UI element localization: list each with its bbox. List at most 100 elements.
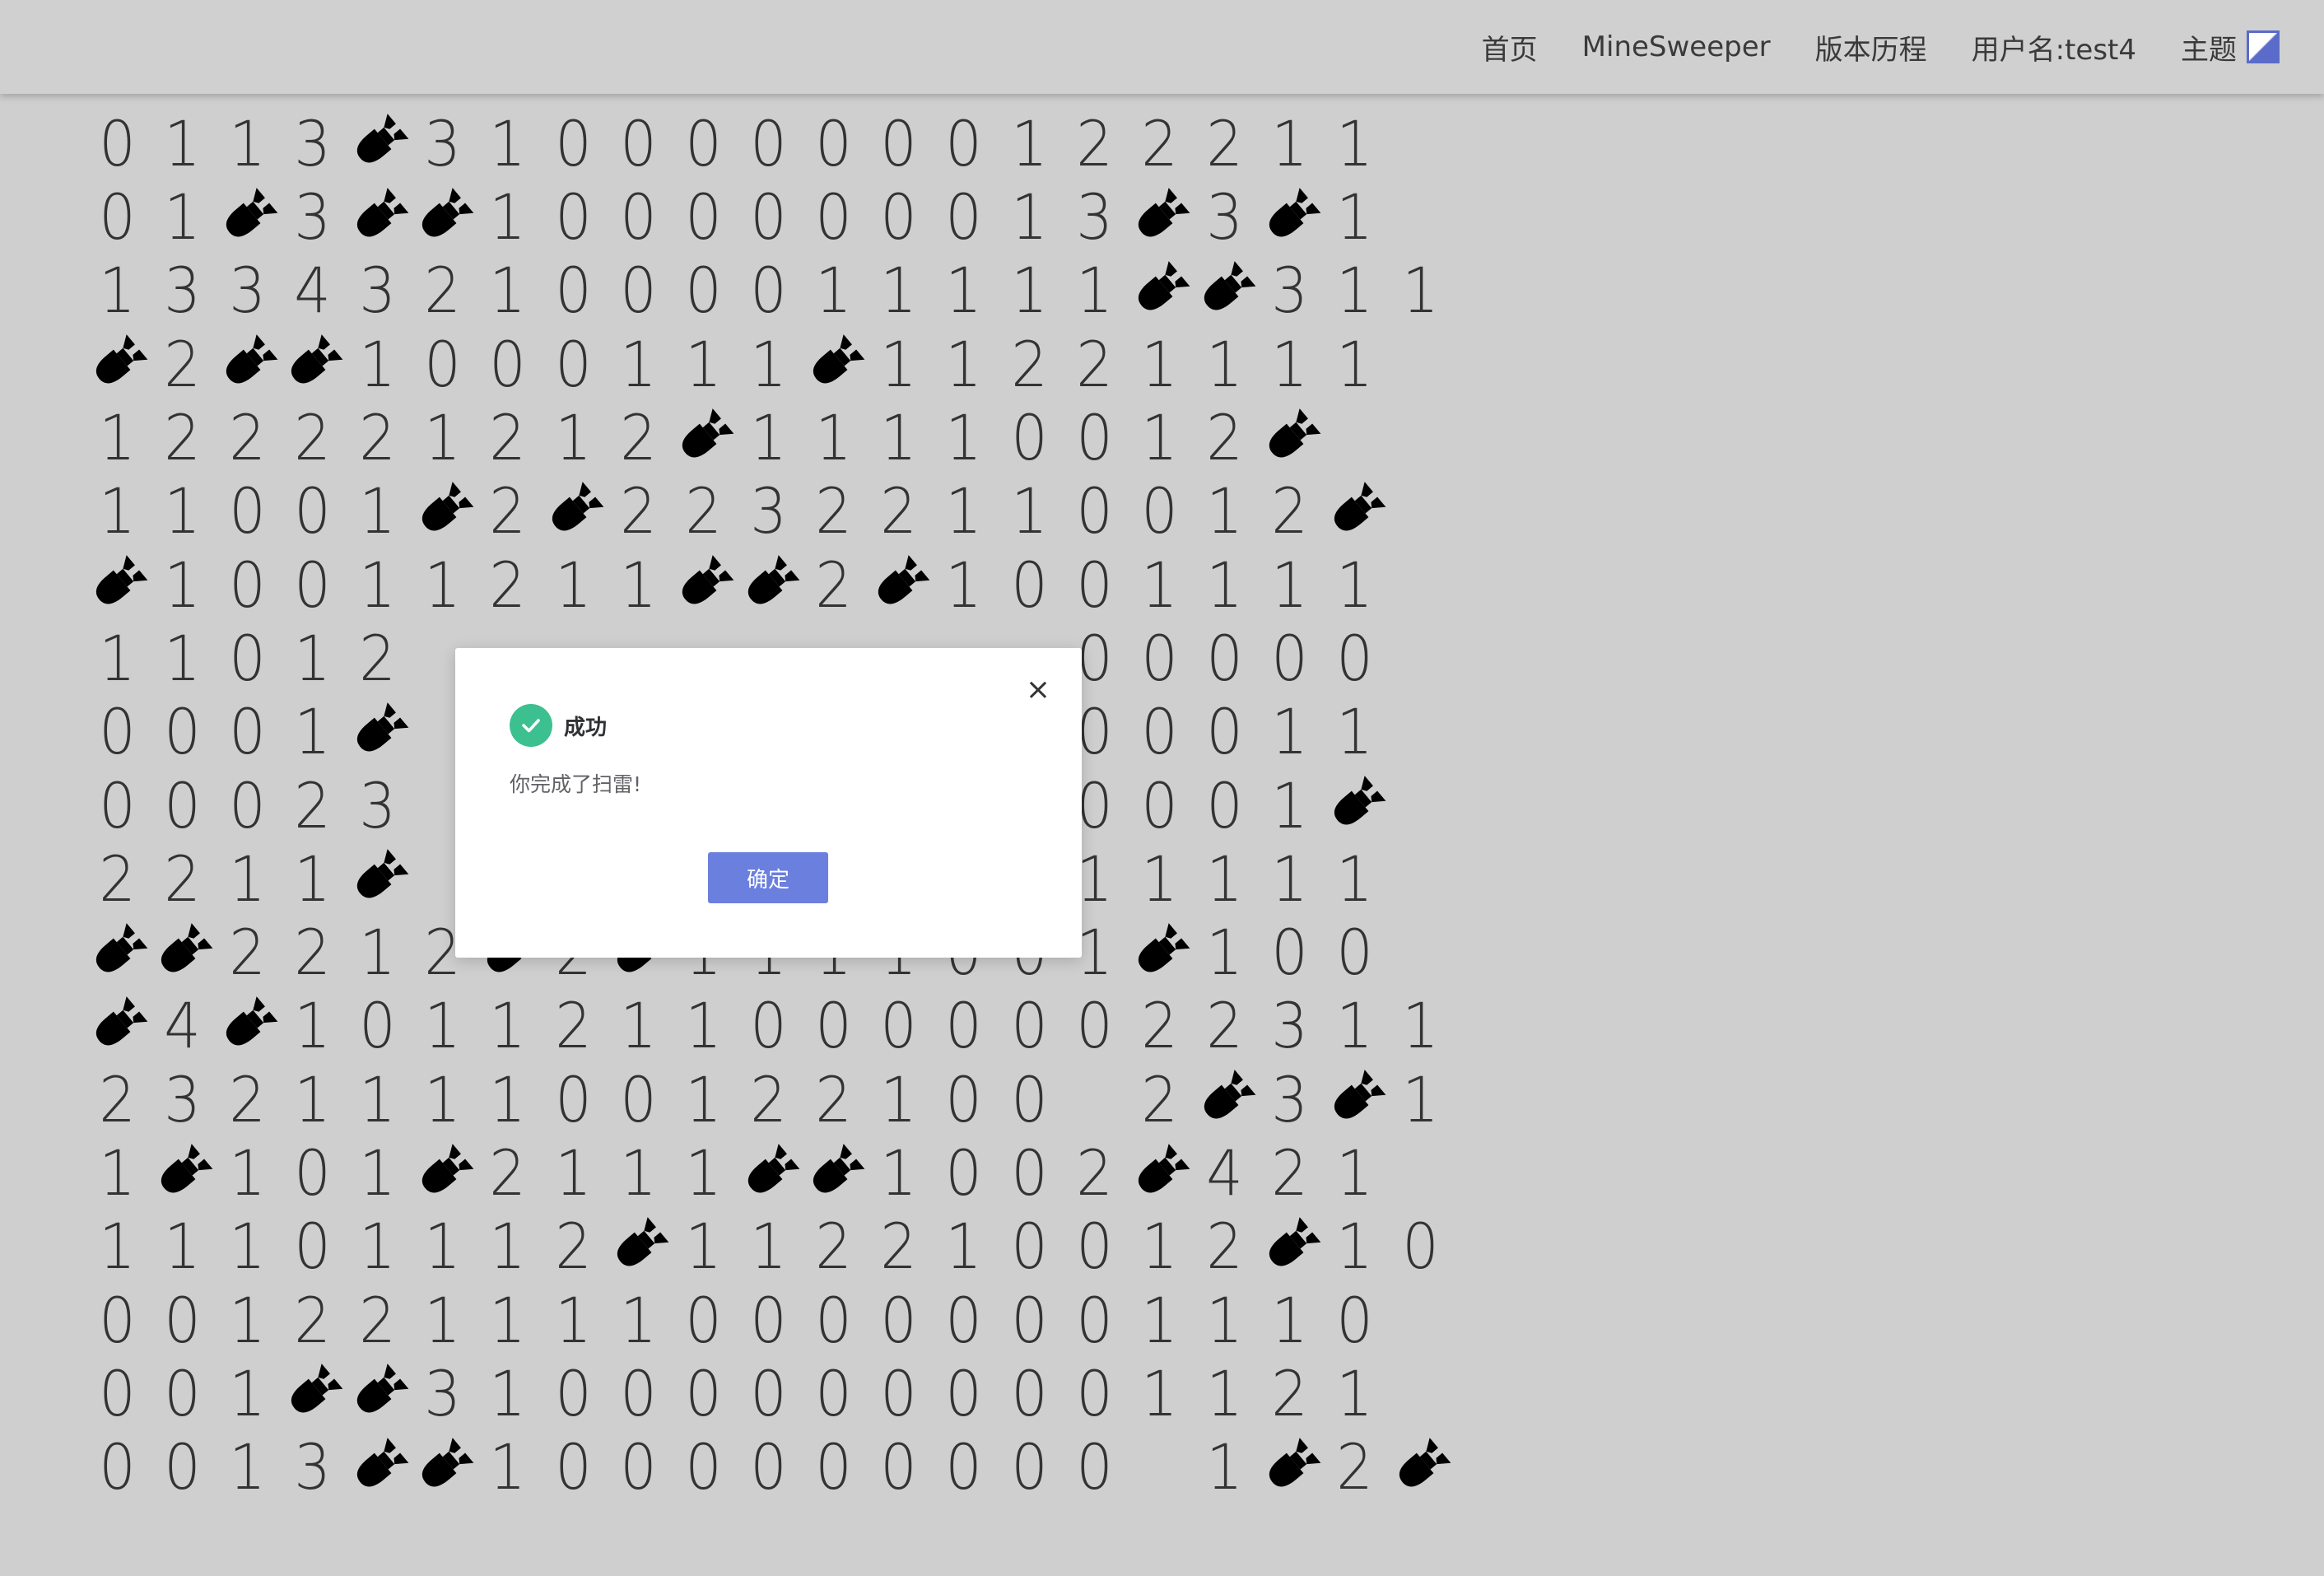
- number-cell[interactable]: 3: [282, 106, 342, 180]
- number-cell[interactable]: 1: [934, 254, 994, 328]
- mine-cell[interactable]: [1192, 254, 1257, 328]
- number-cell[interactable]: 2: [803, 1210, 864, 1284]
- number-cell[interactable]: 1: [1325, 327, 1386, 401]
- number-cell[interactable]: 1: [152, 621, 212, 695]
- number-cell[interactable]: 2: [1260, 1136, 1320, 1210]
- number-cell[interactable]: 1: [478, 1356, 538, 1430]
- number-cell[interactable]: 0: [999, 1283, 1060, 1357]
- number-cell[interactable]: 0: [608, 254, 668, 328]
- number-cell[interactable]: 1: [347, 474, 408, 548]
- number-cell[interactable]: 0: [869, 1356, 929, 1430]
- number-cell[interactable]: 0: [1064, 1356, 1125, 1430]
- number-cell[interactable]: 0: [282, 548, 342, 622]
- number-cell[interactable]: 0: [999, 1062, 1060, 1136]
- number-cell[interactable]: 2: [1260, 1356, 1320, 1430]
- number-cell[interactable]: 1: [87, 474, 147, 548]
- number-cell[interactable]: 1: [478, 989, 538, 1063]
- number-cell[interactable]: 0: [347, 989, 408, 1063]
- number-cell[interactable]: 1: [1129, 1356, 1190, 1430]
- number-cell[interactable]: 1: [217, 1136, 277, 1210]
- number-cell[interactable]: 1: [1195, 1356, 1255, 1430]
- number-cell[interactable]: 1: [87, 254, 147, 328]
- number-cell[interactable]: 1: [1390, 254, 1451, 328]
- number-cell[interactable]: 0: [1064, 548, 1125, 622]
- number-cell[interactable]: 2: [1195, 106, 1255, 180]
- number-cell[interactable]: 2: [478, 474, 538, 548]
- number-cell[interactable]: 1: [934, 1210, 994, 1284]
- number-cell[interactable]: 0: [1064, 989, 1125, 1063]
- number-cell[interactable]: 0: [1129, 474, 1190, 548]
- number-cell[interactable]: 1: [1129, 1283, 1190, 1357]
- number-cell[interactable]: 1: [543, 401, 603, 475]
- number-cell[interactable]: 0: [934, 106, 994, 180]
- number-cell[interactable]: 1: [803, 401, 864, 475]
- number-cell[interactable]: 0: [673, 1430, 734, 1504]
- number-cell[interactable]: 0: [999, 1210, 1060, 1284]
- number-cell[interactable]: 1: [1325, 254, 1386, 328]
- number-cell[interactable]: 1: [1325, 106, 1386, 180]
- number-cell[interactable]: 0: [608, 106, 668, 180]
- number-cell[interactable]: 0: [87, 1356, 147, 1430]
- mine-cell[interactable]: [410, 474, 475, 548]
- nav-minesweeper-link[interactable]: MineSweeper: [1582, 30, 1771, 63]
- mine-cell[interactable]: [1322, 1062, 1387, 1136]
- mine-cell[interactable]: [1127, 180, 1192, 254]
- number-cell[interactable]: 1: [1064, 254, 1125, 328]
- number-cell[interactable]: 1: [1260, 842, 1320, 916]
- mine-cell[interactable]: [801, 1136, 866, 1210]
- number-cell[interactable]: 1: [543, 1136, 603, 1210]
- number-cell[interactable]: 0: [803, 1283, 864, 1357]
- number-cell[interactable]: 2: [1064, 327, 1125, 401]
- number-cell[interactable]: 3: [347, 768, 408, 842]
- number-cell[interactable]: 2: [1195, 989, 1255, 1063]
- number-cell[interactable]: 1: [869, 401, 929, 475]
- mine-cell[interactable]: [606, 1210, 671, 1284]
- number-cell[interactable]: 0: [608, 180, 668, 254]
- number-cell[interactable]: 1: [347, 1136, 408, 1210]
- number-cell[interactable]: 1: [1129, 327, 1190, 401]
- number-cell[interactable]: 1: [347, 548, 408, 622]
- number-cell[interactable]: 1: [869, 1136, 929, 1210]
- number-cell[interactable]: 3: [1064, 180, 1125, 254]
- number-cell[interactable]: 2: [87, 842, 147, 916]
- number-cell[interactable]: 2: [1195, 1210, 1255, 1284]
- number-cell[interactable]: 1: [412, 1283, 473, 1357]
- number-cell[interactable]: 1: [543, 548, 603, 622]
- number-cell[interactable]: 1: [347, 916, 408, 990]
- number-cell[interactable]: 0: [1195, 768, 1255, 842]
- number-cell[interactable]: 1: [478, 1430, 538, 1504]
- number-cell[interactable]: 2: [87, 1062, 147, 1136]
- number-cell[interactable]: 1: [282, 621, 342, 695]
- number-cell[interactable]: 0: [217, 474, 277, 548]
- number-cell[interactable]: 3: [412, 106, 473, 180]
- number-cell[interactable]: 0: [673, 254, 734, 328]
- number-cell[interactable]: 0: [738, 106, 799, 180]
- number-cell[interactable]: 2: [347, 401, 408, 475]
- number-cell[interactable]: 0: [803, 1430, 864, 1504]
- number-cell[interactable]: 1: [478, 254, 538, 328]
- number-cell[interactable]: 1: [217, 1283, 277, 1357]
- number-cell[interactable]: 1: [1195, 1283, 1255, 1357]
- number-cell[interactable]: 0: [999, 989, 1060, 1063]
- number-cell[interactable]: 2: [347, 1283, 408, 1357]
- number-cell[interactable]: 1: [282, 989, 342, 1063]
- number-cell[interactable]: 1: [1195, 1430, 1255, 1504]
- mine-cell[interactable]: [736, 548, 801, 622]
- number-cell[interactable]: 0: [412, 327, 473, 401]
- number-cell[interactable]: 2: [152, 401, 212, 475]
- number-cell[interactable]: 2: [217, 916, 277, 990]
- mine-cell[interactable]: [1257, 180, 1322, 254]
- number-cell[interactable]: 0: [282, 1136, 342, 1210]
- number-cell[interactable]: 2: [869, 474, 929, 548]
- number-cell[interactable]: 1: [152, 106, 212, 180]
- number-cell[interactable]: 0: [217, 548, 277, 622]
- number-cell[interactable]: 2: [608, 474, 668, 548]
- mine-cell[interactable]: [345, 1430, 410, 1504]
- number-cell[interactable]: 0: [1064, 401, 1125, 475]
- number-cell[interactable]: 0: [1325, 621, 1386, 695]
- number-cell[interactable]: 0: [803, 989, 864, 1063]
- mine-cell[interactable]: [345, 180, 410, 254]
- number-cell[interactable]: 0: [869, 106, 929, 180]
- number-cell[interactable]: 1: [1129, 842, 1190, 916]
- mine-cell[interactable]: [736, 1136, 801, 1210]
